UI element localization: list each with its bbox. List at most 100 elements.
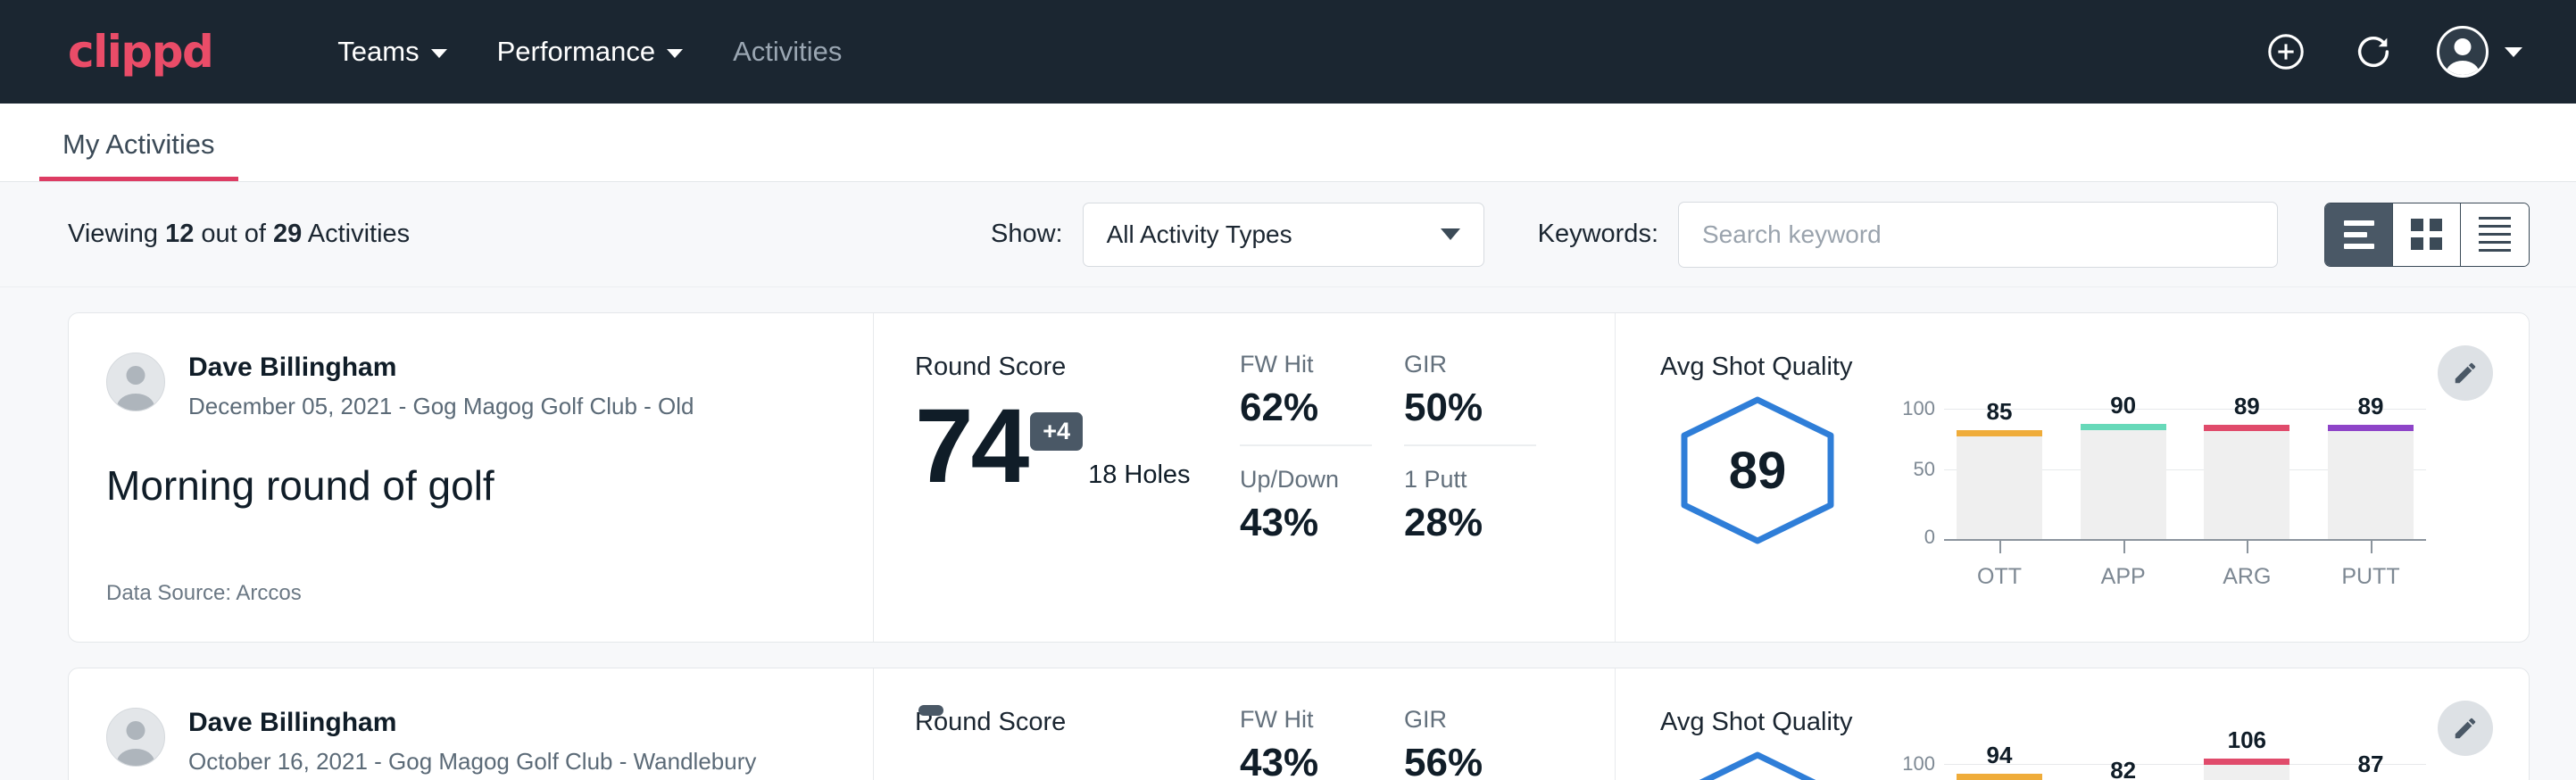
nav-item-performance[interactable]: Performance — [472, 36, 708, 68]
stat-value: 50% — [1404, 386, 1536, 430]
round-score-block: Round Score 74 +4 18 Holes — [874, 313, 1240, 642]
bar-cap — [1957, 430, 2042, 436]
stat-value: 28% — [1404, 501, 1536, 545]
navbar-actions — [2262, 26, 2522, 78]
bar-value: 85 — [1957, 398, 2042, 426]
add-button[interactable] — [2262, 28, 2310, 76]
activity-meta: October 16, 2021 - Gog Magog Golf Club -… — [188, 748, 756, 776]
toolbar-controls: Show: All Activity Types Keywords: — [991, 202, 2530, 268]
quality-hexagon-wrap — [1660, 741, 1855, 780]
edit-activity-button[interactable] — [2438, 345, 2493, 401]
nav-item-activities[interactable]: Activities — [708, 36, 867, 68]
tab-my-activities-label: My Activities — [62, 129, 215, 160]
viewing-total: 29 — [273, 220, 302, 248]
list-view-button[interactable] — [2325, 203, 2393, 266]
activity-card[interactable]: Dave Billingham December 05, 2021 - Gog … — [68, 312, 2530, 643]
round-score-value: 74 — [915, 396, 1026, 497]
bar-app: 82 — [2081, 753, 2166, 780]
stat-label: FW Hit — [1240, 351, 1372, 378]
bar-cap — [2328, 425, 2414, 431]
bar-putt: 89 — [2328, 398, 2414, 541]
compact-view-button[interactable] — [2461, 203, 2529, 266]
player-name: Dave Billingham — [188, 353, 694, 384]
viewing-count: 12 — [165, 220, 194, 248]
bar-cap — [2204, 425, 2289, 431]
avatar — [106, 353, 165, 411]
tab-my-activities[interactable]: My Activities — [39, 129, 238, 181]
quality-body: 89 100 50 0 — [1660, 386, 2529, 590]
avg-shot-quality-block: Avg Shot Quality 100 50 — [1615, 668, 2529, 780]
keywords-label: Keywords: — [1538, 220, 1658, 249]
y-axis: 100 50 0 — [1890, 753, 1944, 780]
stat-value: 43% — [1240, 501, 1372, 545]
round-score-label: Round Score — [915, 708, 1240, 737]
activity-type-select[interactable]: All Activity Types — [1083, 203, 1484, 267]
bar-series: 94 82 — [1944, 753, 2426, 780]
bar-value: 89 — [2204, 393, 2289, 420]
stat-label: 1 Putt — [1404, 466, 1536, 494]
bar-value: 106 — [2204, 726, 2289, 754]
quality-hexagon: 89 — [1674, 394, 1841, 546]
grid-view-button[interactable] — [2393, 203, 2461, 266]
bar-ott: 94 — [1957, 753, 2042, 780]
bar-value: 89 — [2328, 393, 2414, 420]
y-tick-100: 100 — [1902, 752, 1935, 776]
nav-item-teams[interactable]: Teams — [312, 36, 471, 68]
activity-info: Dave Billingham October 16, 2021 - Gog M… — [69, 668, 874, 780]
bar-value: 82 — [2081, 757, 2166, 780]
refresh-button[interactable] — [2349, 28, 2397, 76]
nav-activities-label: Activities — [733, 36, 842, 68]
nav-performance-label: Performance — [497, 36, 655, 68]
activity-count-summary: Viewing 12 out of 29 Activities — [68, 220, 410, 249]
stat-gir: GIR 50% — [1404, 351, 1536, 446]
activity-meta: December 05, 2021 - Gog Magog Golf Club … — [188, 393, 694, 420]
user-menu[interactable] — [2437, 26, 2522, 78]
bar-cap — [2081, 424, 2166, 430]
stat-value: 56% — [1404, 741, 1536, 780]
viewing-suffix: Activities — [302, 220, 410, 248]
bars-area: 94 82 — [1944, 753, 2426, 780]
stat-one-putt: 1 Putt 28% — [1404, 466, 1536, 545]
chevron-down-icon — [2505, 47, 2522, 57]
stat-fw-hit: FW Hit 43% — [1240, 706, 1372, 780]
avg-shot-quality-label: Avg Shot Quality — [1660, 708, 2529, 737]
quality-body: 100 50 0 — [1660, 741, 2529, 780]
avatar — [106, 708, 165, 767]
activity-card[interactable]: Dave Billingham October 16, 2021 - Gog M… — [68, 668, 2530, 780]
stat-gir: GIR 56% — [1404, 706, 1536, 780]
bar-ott: 85 — [1957, 398, 2042, 541]
bar-arg: 106 — [2204, 753, 2289, 780]
search-input[interactable] — [1678, 202, 2278, 268]
bar-putt: 87 — [2328, 753, 2414, 780]
compact-view-icon — [2479, 217, 2511, 252]
x-tick-putt: PUTT — [2328, 541, 2414, 590]
activity-type-value: All Activity Types — [1107, 220, 1292, 249]
pencil-icon — [2452, 715, 2479, 742]
y-tick-50: 50 — [1914, 458, 1935, 481]
edit-activity-button[interactable] — [2438, 701, 2493, 756]
clippd-logo[interactable]: clippd — [68, 29, 212, 74]
activity-info: Dave Billingham December 05, 2021 - Gog … — [69, 313, 874, 642]
stat-label: GIR — [1404, 351, 1536, 378]
y-axis: 100 50 0 — [1890, 398, 1944, 541]
quality-hexagon-wrap: 89 — [1660, 386, 1855, 546]
shot-quality-chart: 100 50 0 — [1890, 741, 2426, 780]
holes-played: 18 Holes — [1088, 461, 1190, 490]
stat-label: GIR — [1404, 706, 1536, 734]
main-nav: Teams Performance Activities — [312, 36, 867, 68]
refresh-icon — [2353, 31, 2394, 72]
stats-grid: FW Hit 62% GIR 50% Up/Down 43% 1 Putt 28… — [1240, 313, 1615, 642]
quality-hexagon — [1674, 750, 1841, 780]
show-label: Show: — [991, 220, 1063, 249]
chart-plot-area: 100 50 0 — [1890, 753, 2426, 780]
view-mode-toggle — [2324, 203, 2530, 267]
score-differential-badge: +4 — [1030, 412, 1083, 451]
stat-fw-hit: FW Hit 62% — [1240, 351, 1372, 446]
user-avatar-icon — [2437, 26, 2489, 78]
score-row: 74 +4 18 Holes — [915, 396, 1240, 497]
bar-cap — [1957, 774, 2042, 780]
y-tick-100: 100 — [1902, 397, 1935, 420]
nav-teams-label: Teams — [337, 36, 419, 68]
bar-app: 90 — [2081, 398, 2166, 541]
viewing-middle: out of — [194, 220, 273, 248]
